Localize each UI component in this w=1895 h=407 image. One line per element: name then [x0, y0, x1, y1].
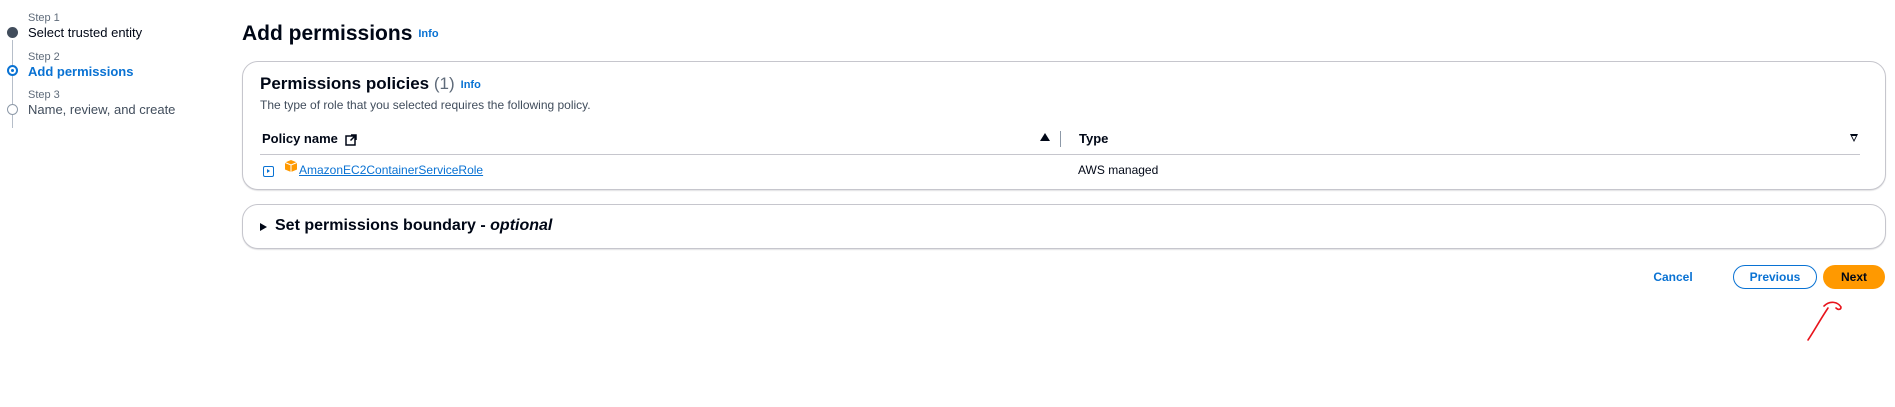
external-link-icon: [344, 133, 357, 146]
policy-count: (1): [433, 74, 455, 93]
column-header-policy-name[interactable]: Policy name: [262, 128, 912, 150]
page-title-text: Add permissions: [242, 22, 413, 45]
column-label: Policy name: [262, 131, 338, 146]
panel-description: The type of role that you selected requi…: [260, 98, 591, 112]
expand-row-icon[interactable]: [263, 166, 274, 177]
caret-right-icon[interactable]: [260, 223, 267, 231]
step-active-dot-icon: [7, 65, 18, 76]
step-number: Step 2: [28, 51, 60, 63]
sort-ascending-icon[interactable]: [1040, 133, 1050, 141]
package-icon: [284, 160, 298, 172]
step-title[interactable]: Select trusted entity: [28, 25, 142, 40]
table-row: AmazonEC2ContainerServiceRole AWS manage…: [243, 155, 1883, 187]
cancel-button[interactable]: Cancel: [1648, 265, 1698, 289]
step-title: Name, review, and create: [28, 102, 176, 117]
policy-type: AWS managed: [1078, 163, 1159, 177]
step-title: Add permissions: [28, 64, 134, 79]
policies-info-link[interactable]: Info: [461, 79, 481, 91]
sort-descending-icon[interactable]: [1850, 134, 1858, 142]
previous-button[interactable]: Previous: [1733, 265, 1817, 289]
column-header-type[interactable]: Type: [1079, 128, 1859, 150]
wizard-steps: Step 1 Select trusted entity Step 2 Add …: [0, 0, 200, 407]
boundary-title: Set permissions boundary: [275, 217, 476, 234]
iam-create-role-page: Step 1 Select trusted entity Step 2 Add …: [0, 0, 1895, 407]
step-pending-dot-icon: [7, 104, 18, 115]
permissions-policies-panel: Permissions policies (1) Info The type of…: [242, 61, 1886, 190]
boundary-expander[interactable]: Set permissions boundary - optional: [275, 217, 552, 235]
panel-heading: Permissions policies (1) Info: [260, 74, 481, 94]
permissions-boundary-panel[interactable]: Set permissions boundary - optional: [242, 204, 1886, 249]
next-button[interactable]: Next: [1823, 265, 1885, 289]
step-done-dot-icon: [7, 27, 18, 38]
step-number: Step 1: [28, 12, 60, 24]
page-title: Add permissions Info: [242, 22, 439, 46]
optional-label: optional: [490, 217, 553, 234]
panel-title: Permissions policies: [260, 74, 430, 93]
boundary-separator: -: [475, 217, 491, 234]
policy-name-link[interactable]: AmazonEC2ContainerServiceRole: [299, 163, 483, 177]
annotation-arrow-icon: [1807, 301, 1842, 341]
page-info-link[interactable]: Info: [418, 28, 438, 40]
step-number: Step 3: [28, 89, 60, 101]
column-divider[interactable]: [1060, 131, 1061, 147]
